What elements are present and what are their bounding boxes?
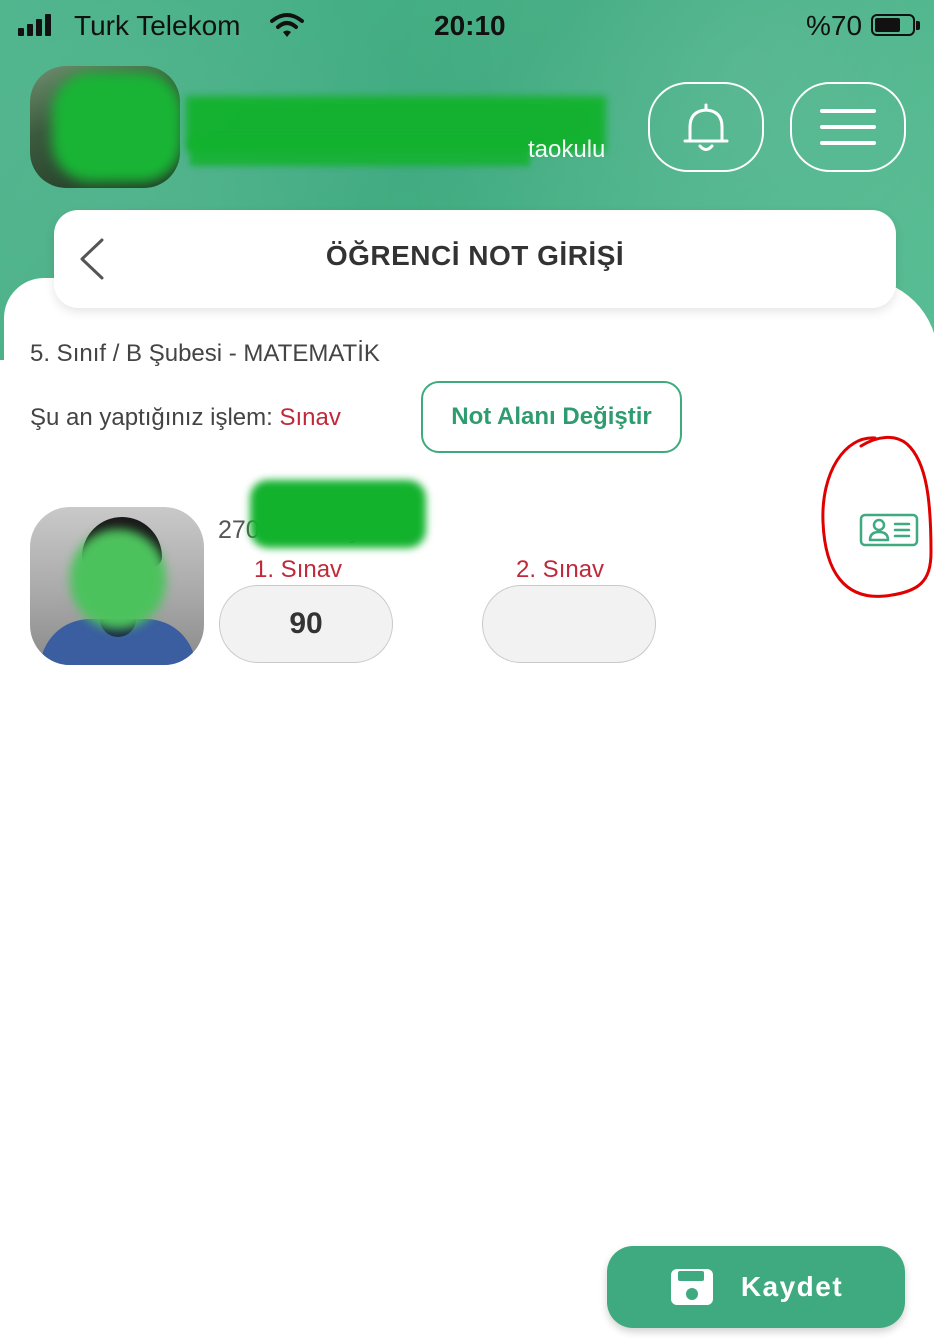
operation-label: Şu an yaptığınız işlem: (30, 404, 273, 431)
status-bar: Turk Telekom 20:10 %70 (0, 0, 934, 52)
menu-button[interactable] (790, 82, 906, 172)
notifications-button[interactable] (648, 82, 764, 172)
save-button-label: Kaydet (740, 1271, 844, 1302)
floppy-disk-icon (670, 1269, 713, 1305)
exam-1-score-input[interactable]: 90 (219, 585, 393, 663)
page-title: ÖĞRENCİ NOT GİRİŞİ (325, 240, 625, 271)
operation-value: Sınav (279, 404, 341, 431)
student-photo (30, 507, 204, 665)
exam-2-label: 2. Sınav (516, 556, 605, 583)
hamburger-menu-icon (820, 109, 876, 145)
annotation-circle (821, 436, 933, 598)
battery-icon (871, 14, 920, 36)
save-button[interactable]: Kaydet (607, 1246, 905, 1328)
exam-1-label: 1. Sınav (254, 556, 343, 583)
change-grade-area-button[interactable]: Not Alanı Değiştir (421, 381, 682, 453)
class-info: 5. Sınıf / B Şubesi - MATEMATİK (30, 340, 380, 367)
school-name: taokulu (528, 136, 606, 163)
redacted-student-name (250, 480, 426, 548)
redacted-school-name (190, 138, 530, 166)
exam-2-score-input[interactable] (482, 585, 656, 663)
battery-percentage: %70 (806, 10, 863, 41)
bell-icon (683, 103, 729, 151)
carrier-name: Turk Telekom (74, 10, 241, 41)
wifi-icon (270, 13, 304, 37)
school-avatar (30, 66, 180, 188)
current-operation: Şu an yaptığınız işlem: Sınav (30, 404, 341, 432)
signal-strength-icon (18, 14, 51, 36)
title-card: ÖĞRENCİ NOT GİRİŞİ (54, 210, 896, 308)
clock: 20:10 (434, 10, 506, 41)
